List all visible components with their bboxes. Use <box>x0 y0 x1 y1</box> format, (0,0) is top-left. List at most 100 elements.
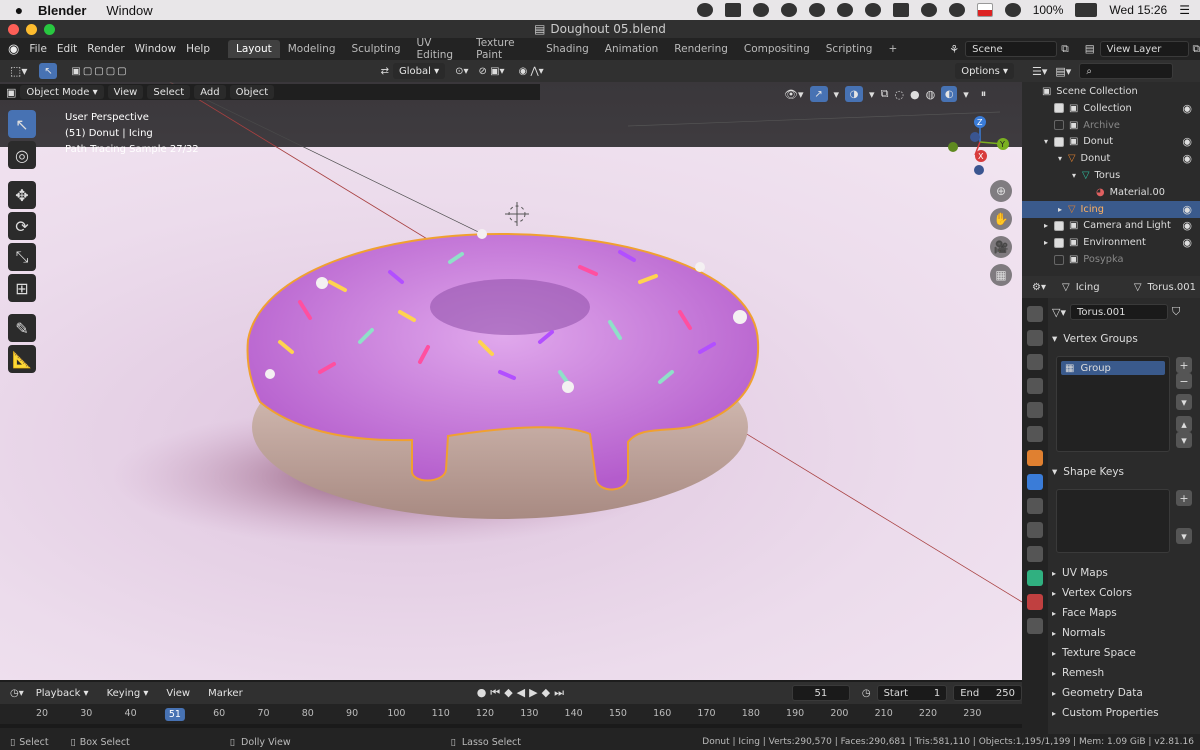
material-tab-icon[interactable] <box>1027 594 1043 610</box>
remove-vertex-group-button[interactable]: − <box>1176 373 1192 389</box>
screen-icon[interactable] <box>892 3 909 17</box>
view-layer-field[interactable]: View Layer <box>1099 41 1189 57</box>
outliner-search-input[interactable]: ⌕ <box>1079 63 1174 79</box>
eye-icon[interactable]: ◉ <box>1182 102 1192 115</box>
tool-tab-icon[interactable] <box>1027 306 1043 322</box>
frame-tick[interactable]: 90 <box>346 708 358 719</box>
wordpress-icon[interactable] <box>696 3 713 17</box>
physics-tab-icon[interactable] <box>1027 522 1043 538</box>
clock[interactable]: Wed 15:26 <box>1109 3 1167 17</box>
timeline-view-menu[interactable]: View <box>160 685 196 701</box>
a-icon[interactable] <box>780 3 797 17</box>
frame-tick[interactable]: 80 <box>302 708 314 719</box>
tab-layout[interactable]: Layout <box>228 40 280 58</box>
move-down-icon[interactable]: ▾ <box>1176 432 1192 448</box>
play-reverse-icon[interactable]: ◀ <box>517 686 525 700</box>
collapsed-panel[interactable]: ▸ Vertex Colors <box>1048 583 1200 603</box>
app-menu[interactable]: Blender <box>38 3 86 18</box>
texture-tab-icon[interactable] <box>1027 618 1043 634</box>
window-menu-blender[interactable]: Window <box>135 43 176 55</box>
menu-extras-icon[interactable]: ☰ <box>1179 3 1190 17</box>
minimize-window-icon[interactable] <box>26 24 37 35</box>
tab-rendering[interactable]: Rendering <box>666 40 736 58</box>
tab-sculpting[interactable]: Sculpting <box>343 40 408 58</box>
transform-orientation-icon[interactable]: ⇄ <box>381 66 389 77</box>
scene-tab-icon[interactable] <box>1027 402 1043 418</box>
overlay-dropdown-icon[interactable]: ▾ <box>869 88 875 101</box>
options-button[interactable]: Options ▾ <box>955 63 1014 79</box>
copy-view-layer-icon[interactable]: ⧉ <box>1193 43 1200 56</box>
collapsed-panel[interactable]: ▸ Geometry Data <box>1048 683 1200 703</box>
select-tool-icon[interactable]: ↖ <box>39 63 58 79</box>
wechat-icon[interactable] <box>752 3 769 17</box>
add-vertex-group-button[interactable]: + <box>1176 357 1192 373</box>
window-menu[interactable]: Window <box>106 3 152 18</box>
editor-type-icon[interactable]: ⬚▾ <box>10 64 27 78</box>
record-icon[interactable]: ● <box>477 686 487 700</box>
constraints-tab-icon[interactable] <box>1027 546 1043 562</box>
frame-tick[interactable]: 200 <box>830 708 848 719</box>
fake-user-icon[interactable]: ⛉ <box>1172 305 1180 319</box>
modifier-tab-icon[interactable] <box>1027 474 1043 490</box>
pivot-icon[interactable]: ⊙▾ <box>455 66 468 77</box>
keying-menu[interactable]: Keying ▾ <box>101 685 155 701</box>
eye-icon[interactable]: ◉ <box>1182 236 1192 249</box>
scale-tool-icon[interactable]: ⤡ <box>8 243 36 271</box>
timeline-ruler[interactable]: 20 30 40 51 60 70 80 90 100 110 120 130 140 150 160 170… <box>0 704 1022 734</box>
expand-icon[interactable]: ▸ <box>1044 238 1054 247</box>
frame-tick[interactable]: 180 <box>742 708 760 719</box>
pan-icon[interactable]: ✋ <box>990 208 1012 230</box>
frame-tick[interactable]: 160 <box>653 708 671 719</box>
eye-icon[interactable]: ◉ <box>1182 135 1192 148</box>
outliner-editor-icon[interactable]: ☰▾ <box>1032 65 1047 78</box>
gizmo-neg-x-icon[interactable] <box>974 165 984 175</box>
start-frame-field[interactable]: Start 1 <box>876 685 948 701</box>
blender-logo-icon[interactable]: ◉ <box>8 42 19 57</box>
exclude-checkbox[interactable] <box>1054 103 1064 114</box>
snap-icon[interactable]: ⊘ ▣▾ <box>479 66 505 77</box>
grammarly-icon[interactable] <box>836 3 853 17</box>
frame-tick[interactable]: 70 <box>257 708 269 719</box>
collapsed-panel[interactable]: ▸ Remesh <box>1048 663 1200 683</box>
world-tab-icon[interactable] <box>1027 426 1043 442</box>
render-menu[interactable]: Render <box>87 43 124 55</box>
list-item[interactable]: ▦ Group <box>1061 361 1165 375</box>
render-tab-icon[interactable] <box>1027 330 1043 346</box>
mesh-name-field[interactable]: Torus.001 <box>1069 304 1168 320</box>
timeline-scrollbar[interactable] <box>0 724 1022 728</box>
material-shading-icon[interactable]: ◍ <box>926 88 936 101</box>
frame-tick[interactable]: 210 <box>875 708 893 719</box>
collapsed-panel[interactable]: ▸ Custom Properties <box>1048 703 1200 723</box>
data-tab-icon[interactable] <box>1027 570 1043 586</box>
view-layer-tab-icon[interactable] <box>1027 378 1043 394</box>
frame-tick[interactable]: 30 <box>80 708 92 719</box>
outliner-item[interactable]: ▸ ▣ Environment ◉ <box>1022 234 1200 251</box>
circle-icon[interactable] <box>864 3 881 17</box>
outliner-item[interactable]: ▣ Collection ◉ <box>1022 100 1200 117</box>
collapsed-panel[interactable]: ▸ Texture Space <box>1048 643 1200 663</box>
marker-menu[interactable]: Marker <box>202 685 249 701</box>
outliner-item[interactable]: ▸ ▣ Camera and Light ◉ <box>1022 218 1200 235</box>
expand-icon[interactable]: ▾ <box>1072 171 1082 180</box>
rotate-tool-icon[interactable]: ⟳ <box>8 212 36 240</box>
gizmo-toggle-icon[interactable]: ↗ <box>809 86 828 102</box>
overlay-toggle-icon[interactable]: ◑ <box>845 86 864 102</box>
bluetooth-icon[interactable] <box>1004 3 1021 17</box>
move-up-icon[interactable]: ▴ <box>1176 416 1192 432</box>
apple-menu-icon[interactable]: ● <box>0 2 38 18</box>
move-tool-icon[interactable]: ✥ <box>8 181 36 209</box>
current-frame-field[interactable]: 51 <box>791 685 850 701</box>
preview-range-icon[interactable]: ◷ <box>862 688 871 699</box>
shape-keys-list[interactable] <box>1056 489 1170 553</box>
flag-icon[interactable] <box>976 3 993 17</box>
add-workspace-button[interactable]: + <box>880 40 905 58</box>
prev-keyframe-icon[interactable]: ◆ <box>504 686 512 700</box>
frame-tick[interactable]: 150 <box>609 708 627 719</box>
exclude-checkbox[interactable] <box>1054 136 1064 147</box>
frame-tick[interactable]: 140 <box>565 708 583 719</box>
help-menu[interactable]: Help <box>186 43 210 55</box>
measure-tool-icon[interactable]: 📐 <box>8 345 36 373</box>
select-menu[interactable]: Select <box>147 85 191 99</box>
cloud-icon[interactable] <box>808 3 825 17</box>
exclude-checkbox[interactable] <box>1054 254 1064 265</box>
